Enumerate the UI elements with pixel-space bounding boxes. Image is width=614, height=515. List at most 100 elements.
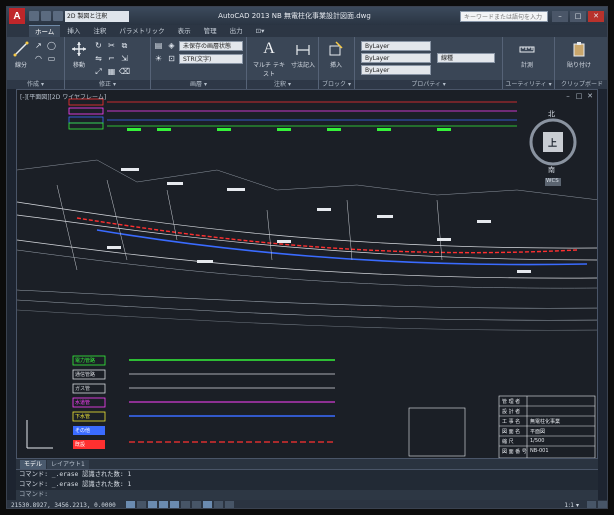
insert-block-button[interactable]: 挿入	[324, 40, 348, 69]
canvas-minimize-icon[interactable]: –	[564, 92, 572, 100]
legend-label: 電力管路	[75, 358, 96, 364]
draw-tools: ↗ ◯ ◠ ▭	[33, 40, 58, 65]
search-input[interactable]: キーワードまたは語句を入力	[460, 10, 548, 22]
copy-icon[interactable]: ⧉	[119, 40, 130, 51]
linestyle-dropdown[interactable]: 線種	[437, 53, 495, 63]
title-block-label: 縮 尺	[502, 439, 514, 445]
layer-properties-icon[interactable]: ▤	[153, 40, 164, 51]
panel-clipboard: 貼り付け クリップボード	[555, 37, 607, 89]
rectangle-icon[interactable]: ▭	[46, 53, 57, 64]
polyline-icon[interactable]: ↗	[33, 40, 44, 51]
tab-annotate[interactable]: 注釈	[87, 25, 112, 37]
arc-icon[interactable]: ◠	[33, 53, 44, 64]
current-layer-dropdown[interactable]: STR(文字)	[179, 54, 243, 64]
panel-draw-title: 作成 ▾	[7, 80, 64, 89]
panel-layers-title: 画層 ▾	[151, 80, 246, 89]
grid-display-icon[interactable]	[136, 501, 146, 508]
tab-home[interactable]: ホーム	[29, 25, 61, 37]
mirror-icon[interactable]: ⇋	[93, 53, 104, 64]
title-block-label: 工 事 名	[502, 419, 521, 425]
panel-utilities: 計測 ユーティリティ ▾	[503, 37, 555, 89]
panel-clipboard-title: クリップボード	[555, 80, 607, 89]
tab-output[interactable]: 出力	[224, 25, 249, 37]
gear-icon[interactable]	[598, 501, 607, 508]
panel-annotation-title: 注釈 ▾	[247, 80, 318, 89]
application-window: A 2D 製図と注釈 AutoCAD 2013 NB 無電柱化事業設計図面.dw…	[6, 6, 608, 509]
dynamic-ucs-icon[interactable]	[191, 501, 201, 508]
layer-state-icon[interactable]: ◈	[166, 40, 177, 51]
panel-utilities-title: ユーティリティ ▾	[503, 80, 554, 89]
move-button[interactable]: 移動	[67, 40, 91, 69]
lineweight-display-icon[interactable]	[213, 501, 223, 508]
new-icon[interactable]	[29, 11, 39, 21]
title-block-value: 平面図	[530, 429, 546, 435]
lineweight-dropdown[interactable]: ByLayer	[361, 65, 431, 75]
tab-manage[interactable]: 管理	[198, 25, 223, 37]
tab-insert[interactable]: 挿入	[61, 25, 86, 37]
panel-annotation: A マルチ テキスト 寸法記入 注釈 ▾	[247, 37, 319, 89]
maximize-button[interactable]: □	[570, 10, 586, 22]
viewcube-south[interactable]: 南	[548, 165, 555, 175]
annotation-scale-dropdown[interactable]: 1:1 ▾	[564, 502, 579, 509]
profile-rows	[68, 98, 517, 131]
polar-tracking-icon[interactable]	[158, 501, 168, 508]
paste-button[interactable]: 貼り付け	[567, 40, 591, 69]
viewport-label[interactable]: [-][平面図][2D ワイヤフレーム]	[20, 92, 106, 101]
color-dropdown[interactable]: ByLayer	[361, 41, 431, 51]
erase-icon[interactable]: ⌫	[119, 66, 130, 77]
scale-icon[interactable]: ⤢	[93, 66, 104, 77]
layer-lock-icon[interactable]: ⊡	[166, 53, 177, 64]
open-icon[interactable]	[41, 11, 51, 21]
panel-layers: ▤ ◈ ☀ ⊡ 未保存の画層状態 STR(文字) 画層 ▾	[151, 37, 247, 89]
tab-view[interactable]: 表示	[172, 25, 197, 37]
object-snap-tracking-icon[interactable]	[180, 501, 190, 508]
dimension-button[interactable]: 寸法記入	[291, 40, 315, 69]
tab-layout1[interactable]: レイアウト1	[47, 459, 89, 469]
ortho-mode-icon[interactable]	[147, 501, 157, 508]
viewcube-face[interactable]: 上	[548, 136, 557, 149]
paste-icon	[570, 40, 588, 58]
drawing-canvas[interactable]: [-][平面図][2D ワイヤフレーム] – □ ✕ 北 上 南 WCS 電力管…	[16, 89, 598, 459]
ribbon: 線分 ↗ ◯ ◠ ▭ 作成 ▾ 移動 ↻ ✂ ⧉ ⇋ ⌐ ⇲ ⤢ ▦ ⌫ 修正 …	[7, 37, 607, 89]
save-icon[interactable]	[53, 11, 63, 21]
layer-state-dropdown[interactable]: 未保存の画層状態	[179, 41, 243, 51]
viewcube-north[interactable]: 北	[548, 109, 555, 119]
title-block-label: 図 面 番 号	[502, 449, 527, 455]
close-button[interactable]: ✕	[588, 10, 604, 22]
workspace-switch-icon[interactable]	[587, 501, 596, 508]
measure-icon	[518, 40, 536, 58]
trim-icon[interactable]: ✂	[106, 40, 117, 51]
canvas-window-controls: – □ ✕	[564, 92, 594, 100]
dynamic-input-icon[interactable]	[202, 501, 212, 508]
object-snap-icon[interactable]	[169, 501, 179, 508]
multiline-text-button[interactable]: A マルチ テキスト	[251, 40, 287, 78]
linetype-dropdown[interactable]: ByLayer	[361, 53, 431, 63]
canvas-restore-icon[interactable]: □	[575, 92, 583, 100]
canvas-close-icon[interactable]: ✕	[586, 92, 594, 100]
rotate-icon[interactable]: ↻	[93, 40, 104, 51]
coordinate-readout[interactable]: 21530.8927, 3456.2213, 0.0000	[11, 502, 116, 509]
tab-model[interactable]: モデル	[20, 459, 47, 469]
measure-button[interactable]: 計測	[515, 40, 539, 69]
minimize-button[interactable]: –	[552, 10, 568, 22]
legend-label: 既設	[75, 442, 86, 448]
command-history-line: コマンド: _.erase 認識された数: 1	[19, 471, 132, 478]
workspace-dropdown[interactable]: 2D 製図と注釈	[65, 10, 129, 22]
tab-parametric[interactable]: パラメトリック	[113, 25, 170, 37]
array-icon[interactable]: ▦	[106, 66, 117, 77]
command-input[interactable]: コマンド:	[16, 490, 598, 500]
panel-modify: 移動 ↻ ✂ ⧉ ⇋ ⌐ ⇲ ⤢ ▦ ⌫ 修正 ▾	[65, 37, 151, 89]
tab-more[interactable]: ⊡▾	[250, 25, 271, 37]
status-bar: 21530.8927, 3456.2213, 0.0000 1:1 ▾	[7, 500, 607, 509]
quick-properties-icon[interactable]	[224, 501, 234, 508]
lightbulb-icon[interactable]: ☀	[153, 53, 164, 64]
circle-icon[interactable]: ◯	[46, 40, 57, 51]
snap-mode-icon[interactable]	[125, 501, 135, 508]
application-menu-button[interactable]: A	[9, 8, 25, 24]
fillet-icon[interactable]: ⌐	[106, 53, 117, 64]
title-block-value: 1/500	[530, 438, 545, 444]
line-button[interactable]: 線分	[9, 40, 33, 69]
wcs-dropdown[interactable]: WCS	[546, 178, 559, 184]
panel-block-title: ブロック ▾	[319, 80, 354, 89]
stretch-icon[interactable]: ⇲	[119, 53, 130, 64]
